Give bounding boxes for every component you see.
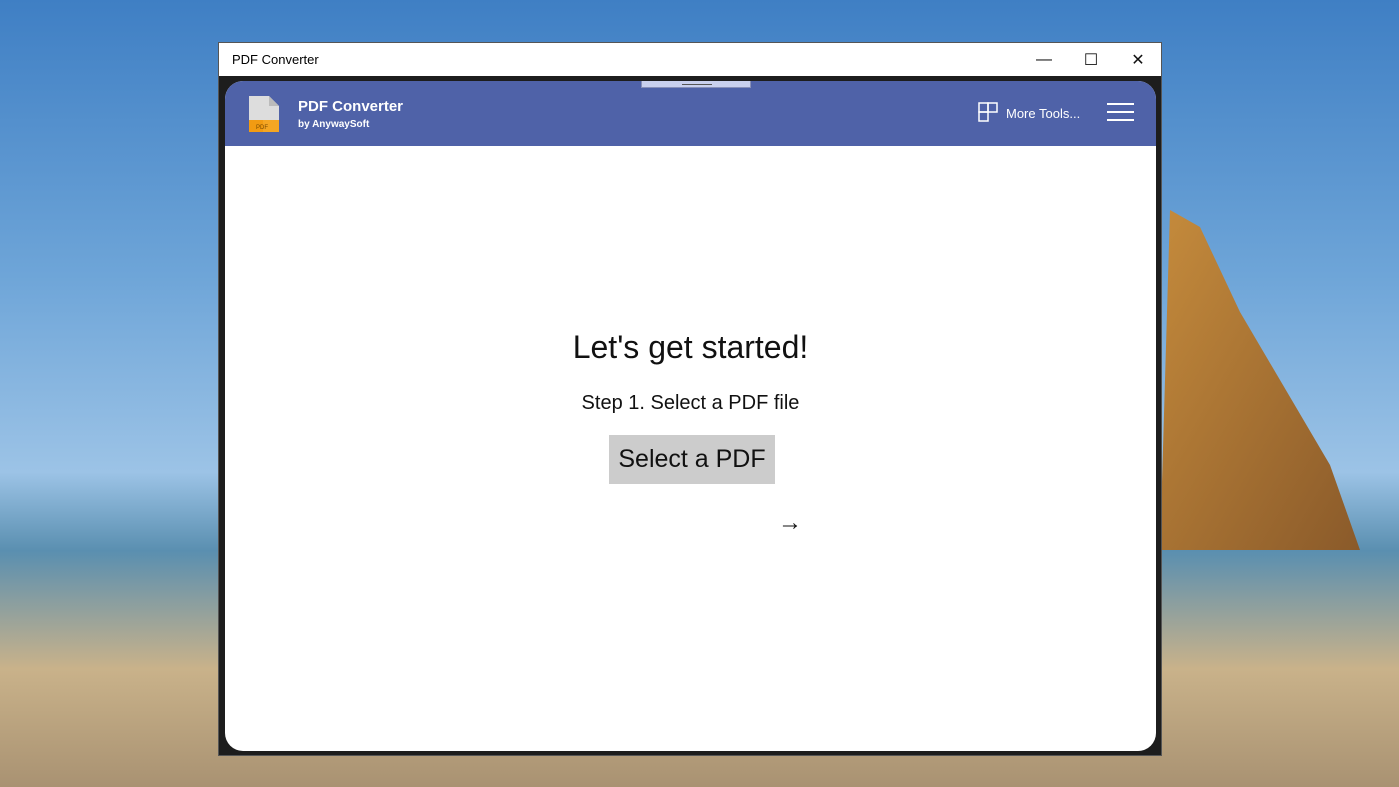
app-name: PDF Converter — [298, 98, 403, 115]
drag-handle[interactable] — [641, 81, 751, 88]
more-tools-label: More Tools... — [1006, 106, 1080, 121]
tiles-icon — [978, 102, 998, 125]
app-window: PDF Converter — ☐ ✕ PDF PDF Converter by… — [218, 42, 1162, 756]
minimize-button[interactable]: — — [1021, 43, 1067, 76]
pdf-logo-icon: PDF — [248, 95, 280, 133]
app-header: PDF PDF Converter by AnywaySoft More Too… — [225, 81, 1156, 146]
hamburger-menu-icon[interactable] — [1107, 103, 1134, 123]
title-bar[interactable]: PDF Converter — ☐ ✕ — [219, 43, 1161, 76]
step-label: Step 1. Select a PDF file — [225, 392, 1156, 415]
close-button[interactable]: ✕ — [1115, 43, 1161, 76]
page-heading: Let's get started! — [225, 329, 1156, 366]
next-arrow-icon[interactable]: → — [778, 509, 802, 537]
more-tools-button[interactable]: More Tools... — [978, 102, 1080, 125]
svg-text:PDF: PDF — [256, 125, 268, 131]
background-cliff — [1160, 210, 1360, 550]
publisher: by AnywaySoft — [298, 119, 369, 130]
maximize-button[interactable]: ☐ — [1068, 43, 1114, 76]
app-content: PDF PDF Converter by AnywaySoft More Too… — [225, 81, 1156, 751]
select-pdf-button[interactable]: Select a PDF — [609, 435, 775, 484]
window-title: PDF Converter — [232, 52, 319, 67]
